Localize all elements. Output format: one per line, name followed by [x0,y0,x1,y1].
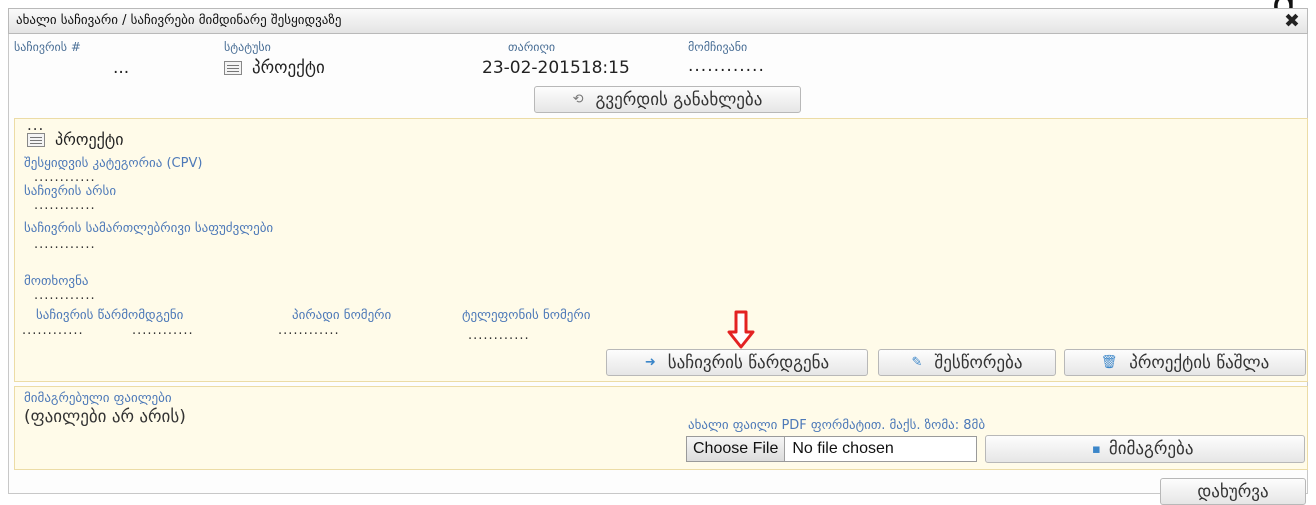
representative-value-2: ............ [132,323,194,338]
representative-label: საჩივრის წარმომდგენი [36,308,184,323]
dialog-title: ახალი საჩივარი / საჩივრები მიმდინარე შეს… [16,13,342,28]
close-button[interactable]: დახურვა [1160,478,1306,505]
close-icon[interactable]: ✖ [1284,10,1300,32]
new-file-hint: ახალი ფაილი PDF ფორმატით. მაქს. ზომა: 8მ… [688,418,986,433]
down-arrow-icon [727,310,755,349]
project-panel [14,118,1308,382]
personal-id-value: ............ [278,323,340,338]
status-field: პროექტი [224,58,325,78]
legal-grounds-label: საჩივრის სამართლებრივი საფუძვლები [24,221,274,236]
date-value: 23-02-201518:15 [482,58,630,78]
essence-label: საჩივრის არსი [24,184,117,199]
edit-button-label: შესწორება [934,352,1023,373]
arrow-right-icon: ➜ [644,355,656,370]
phone-label: ტელეფონის ნომერი [462,308,591,323]
date-label: თარიღი [508,40,556,54]
project-status: პროექტი [27,130,124,149]
cpv-value: ............ [34,170,96,185]
submit-complaint-button[interactable]: ➜ საჩივრის წარდგენა [606,349,868,376]
refresh-page-button[interactable]: ⟲ გვერდის განახლება [534,86,801,113]
close-button-label: დახურვა [1197,482,1269,502]
complaint-number-label: საჩივრის # [14,40,81,54]
document-icon [27,132,45,147]
submit-button-label: საჩივრის წარდგენა [667,352,830,373]
no-file-chosen-text: No file chosen [792,440,894,457]
status-value: პროექტი [252,58,325,78]
delete-button-label: პროექტის წაშლა [1129,352,1270,373]
demand-label: მოთხოვნა [24,274,89,289]
complainant-value: ............ [688,56,765,76]
complainant-label: მომჩივანი [688,40,748,54]
personal-id-label: პირადი ნომერი [292,308,392,323]
attach-button[interactable]: ▪ მიმაგრება [985,435,1305,463]
attached-files-label: მიმაგრებული ფაილები [24,391,172,406]
edit-button[interactable]: ✎ შესწორება [878,349,1056,376]
document-icon [224,61,242,75]
refresh-button-label: გვერდის განახლება [595,89,763,110]
pencil-icon: ✎ [911,355,923,370]
attach-button-label: მიმაგრება [1108,439,1194,459]
delete-project-button[interactable]: 🗑 პროექტის წაშლა [1064,349,1306,376]
representative-value-1: ............ [22,323,84,338]
project-status-value: პროექტი [55,130,124,149]
refresh-icon: ⟲ [572,92,584,107]
phone-value: ............ [468,328,530,343]
status-label: სტატუსი [224,40,271,54]
choose-file-button[interactable]: Choose File [687,437,786,461]
trash-icon: 🗑 [1100,355,1118,370]
save-icon: ▪ [1092,441,1101,457]
essence-value: ............ [34,198,96,213]
complaint-number-value: ... [113,58,130,78]
file-input[interactable]: Choose File No file chosen [686,436,977,462]
cpv-label: შესყიდვის კატეგორია (CPV) [24,156,203,171]
no-files-text: (ფაილები არ არის) [24,407,186,427]
legal-grounds-value: ............ [34,237,96,252]
demand-value: ............ [34,288,96,303]
